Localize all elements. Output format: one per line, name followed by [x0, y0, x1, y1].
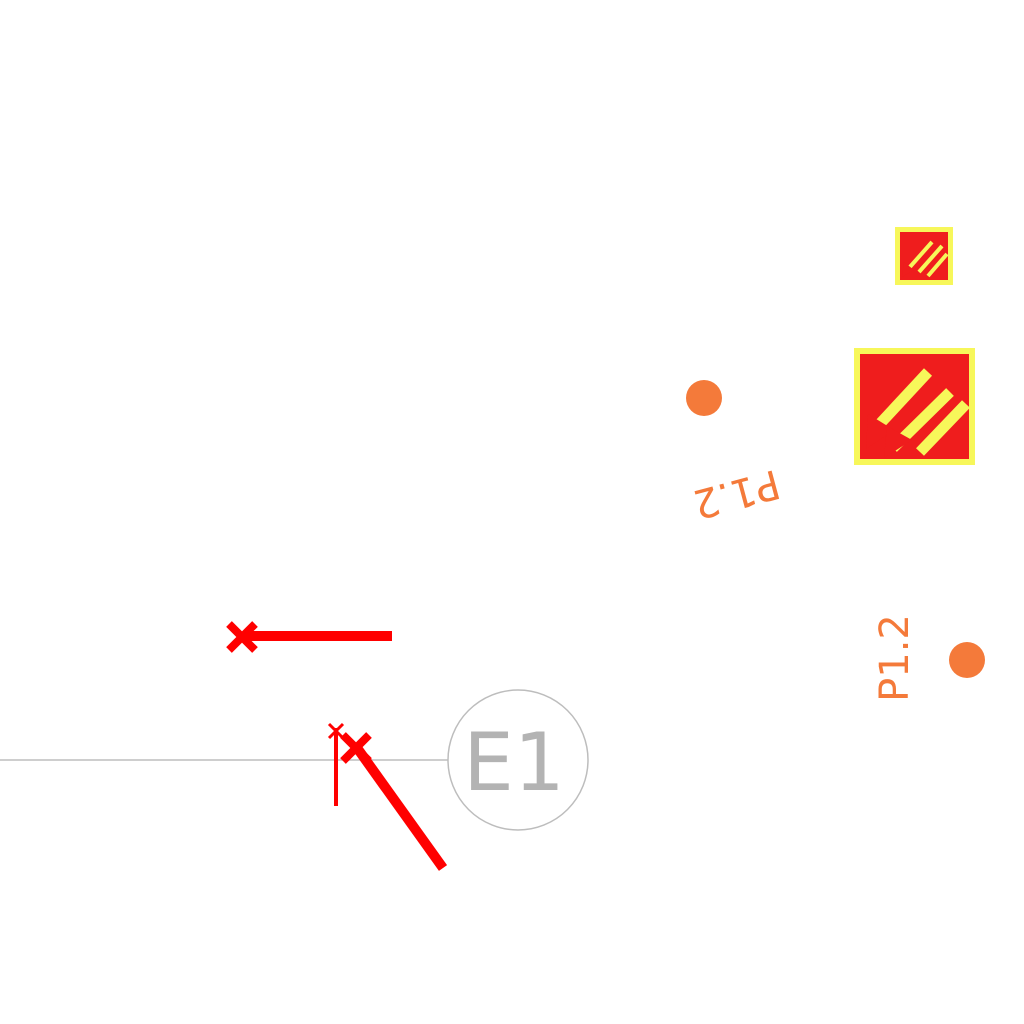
- emergency-exit-arrow-icon: [854, 348, 975, 465]
- wire-diagonal: [350, 742, 448, 871]
- wire-horizontal: [226, 621, 392, 653]
- pin-pad: [686, 380, 722, 416]
- grid-marker-label: E1: [463, 716, 564, 809]
- pin-label: P1.2: [872, 614, 918, 702]
- pin-p1-2-lower: P1.2: [872, 614, 985, 702]
- wire-end-x-icon: [340, 732, 372, 764]
- emergency-exit-arrow-icon: [895, 227, 953, 285]
- schematic-canvas: E1 P1.2 P1.2: [0, 227, 985, 871]
- wire-lower-group: [327, 722, 448, 871]
- pin-label: P1.2: [688, 460, 785, 527]
- pin-pad: [949, 642, 985, 678]
- grid-marker-e1: E1: [447, 689, 589, 831]
- pin-p1-2-upper: P1.2: [686, 380, 785, 527]
